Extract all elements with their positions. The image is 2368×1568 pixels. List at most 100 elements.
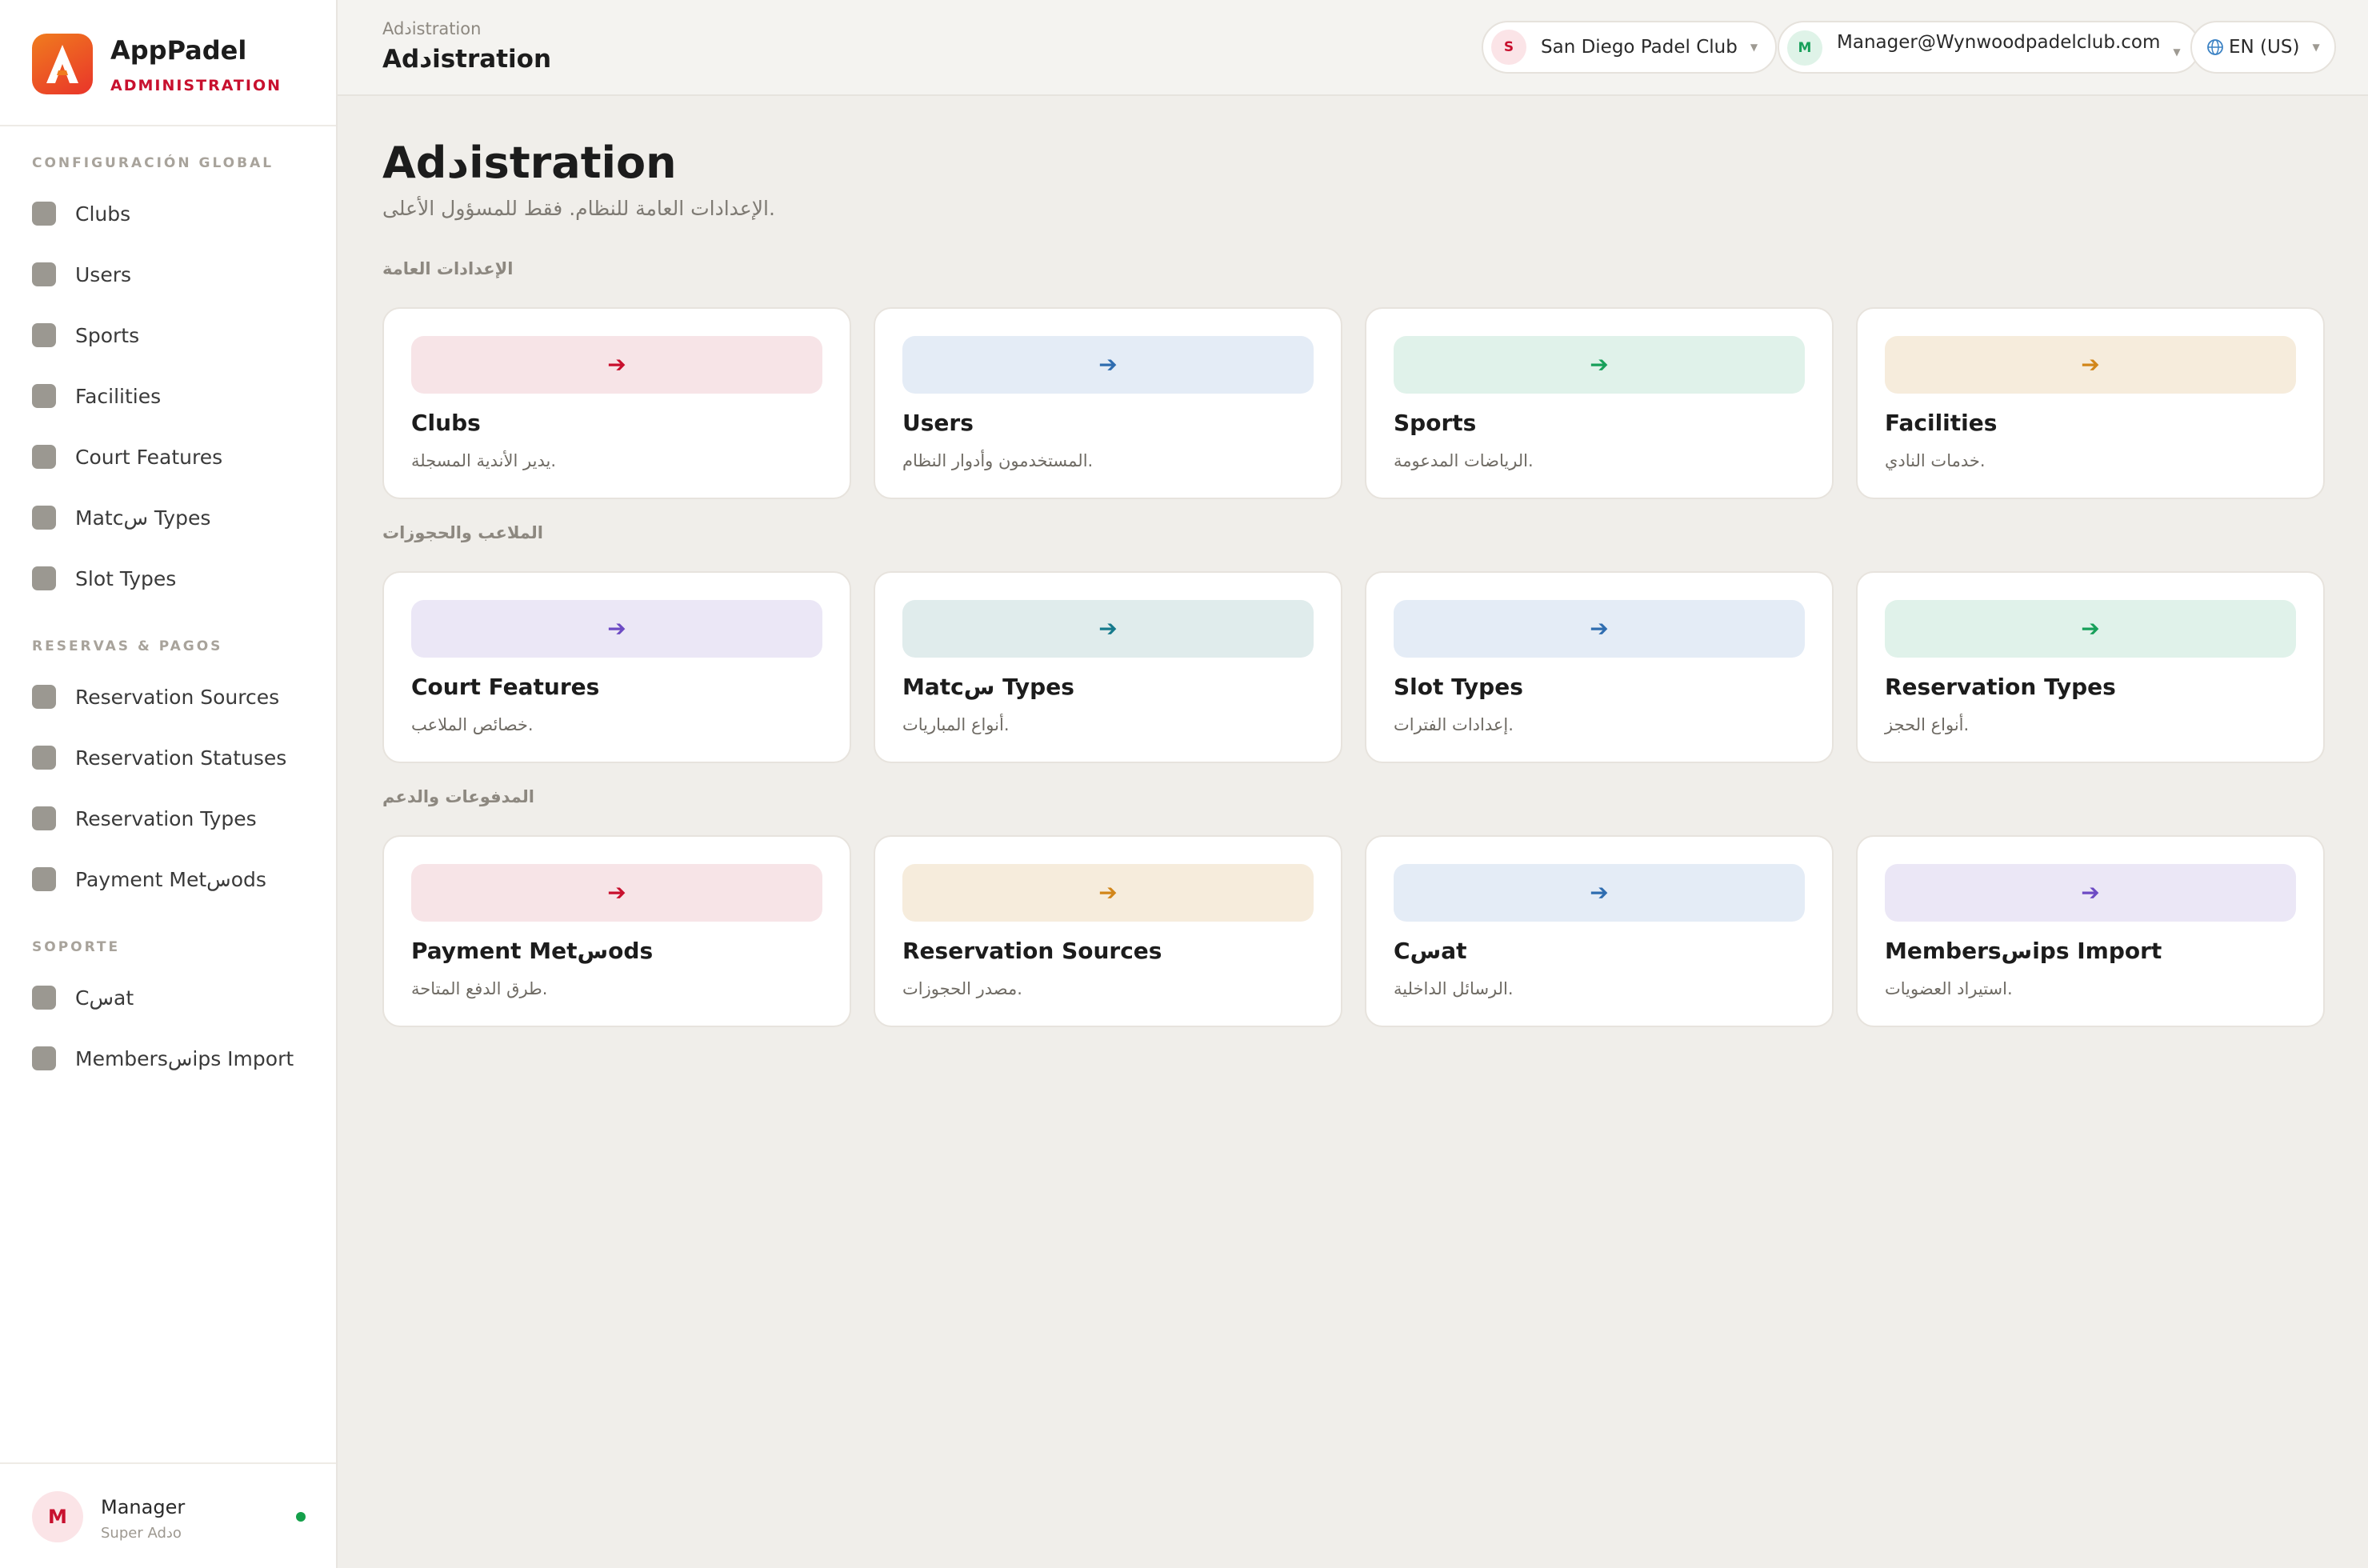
sidebar-item-payment-methods[interactable]: Payment Metسods xyxy=(32,858,320,901)
profile-role: Super Adدo xyxy=(101,1525,182,1542)
header-title: Adدistration xyxy=(382,45,552,74)
brand-name: AppPadel xyxy=(110,35,247,66)
card-reservation-types[interactable]: ➔ Reservation Types أنواع الحجز. xyxy=(1856,571,2325,763)
nav-section-global-config: CONFIGURACIÓN GLOBAL xyxy=(32,155,274,171)
user-avatar: M xyxy=(1787,30,1822,66)
arrow-right-icon: ➔ xyxy=(1098,615,1118,642)
card-reservation-sources[interactable]: ➔ Reservation Sources مصدر الحجوزات. xyxy=(874,835,1342,1027)
card-title: Reservation Types xyxy=(1885,674,2116,700)
user-menu[interactable]: M Manager@Wynwoodpadelclub.com ▼ xyxy=(1778,21,2200,74)
app-logo-icon[interactable] xyxy=(32,34,93,94)
sidebar-item-clubs[interactable]: Clubs xyxy=(32,192,320,235)
sidebar-item-reservation-types[interactable]: Reservation Types xyxy=(32,797,320,840)
card-chat[interactable]: ➔ Cسat الرسائل الداخلية. xyxy=(1365,835,1834,1027)
user-email: Manager@Wynwoodpadelclub.com xyxy=(1837,32,2161,53)
reservation-types-icon xyxy=(32,806,56,830)
sidebar-item-label: Court Features xyxy=(75,445,223,469)
language-label: EN (US) xyxy=(2229,37,2300,58)
card-title: Reservation Sources xyxy=(902,938,1162,964)
card-title: Clubs xyxy=(411,410,481,436)
card-banner: ➔ xyxy=(902,600,1314,658)
card-clubs[interactable]: ➔ Clubs يدير الأندية المسجلة. xyxy=(382,307,851,499)
sidebar-item-chat[interactable]: Cسat xyxy=(32,976,320,1019)
card-description: استيراد العضويات. xyxy=(1885,979,2013,998)
sidebar-item-reservation-sources[interactable]: Reservation Sources xyxy=(32,675,320,718)
brand: AppPadel ADMINISTRATION xyxy=(0,0,336,126)
card-banner: ➔ xyxy=(411,864,822,922)
sidebar-item-facilities[interactable]: Facilities xyxy=(32,374,320,418)
card-match-types[interactable]: ➔ Matcس Types أنواع المباريات. xyxy=(874,571,1342,763)
sidebar-item-label: Facilities xyxy=(75,384,162,408)
card-payment-methods[interactable]: ➔ Payment Metسods طرق الدفع المتاحة. xyxy=(382,835,851,1027)
memberships-import-icon xyxy=(32,1046,56,1070)
card-description: الرياضات المدعومة. xyxy=(1394,451,1534,470)
breadcrumb[interactable]: Adدistration xyxy=(382,19,481,38)
reservation-sources-icon xyxy=(32,685,56,709)
user-profile[interactable]: M Manager Super Adدo xyxy=(0,1462,336,1568)
sidebar-item-memberships-import[interactable]: Membersسips Import xyxy=(32,1037,320,1080)
card-banner: ➔ xyxy=(1885,336,2296,394)
card-title: Facilities xyxy=(1885,410,1998,436)
card-title: Court Features xyxy=(411,674,600,700)
group-title-payments-support: المدفوعات والدعم xyxy=(382,787,534,806)
sidebar-item-slot-types[interactable]: Slot Types xyxy=(32,557,320,600)
club-selector[interactable]: S San Diego Padel Club ▼ xyxy=(1482,21,1778,74)
sidebar-item-label: Clubs xyxy=(75,202,131,226)
card-title: Matcس Types xyxy=(902,674,1074,700)
online-status-icon xyxy=(296,1512,306,1522)
arrow-right-icon: ➔ xyxy=(1590,615,1609,642)
card-title: Sports xyxy=(1394,410,1477,436)
card-description: إعدادات الفترات. xyxy=(1394,715,1514,734)
sidebar-item-users[interactable]: Users xyxy=(32,253,320,296)
card-banner: ➔ xyxy=(1885,600,2296,658)
card-description: خدمات النادي. xyxy=(1885,451,1986,470)
club-name: San Diego Padel Club xyxy=(1541,37,1738,58)
card-banner: ➔ xyxy=(902,864,1314,922)
chat-icon xyxy=(32,986,56,1010)
sidebar-item-label: Users xyxy=(75,262,132,286)
sidebar-item-sports[interactable]: Sports xyxy=(32,314,320,357)
arrow-right-icon: ➔ xyxy=(1590,351,1609,378)
language-selector[interactable]: EN (US) ▼ xyxy=(2190,21,2336,74)
sidebar-item-reservation-statuses[interactable]: Reservation Statuses xyxy=(32,736,320,779)
card-slot-types[interactable]: ➔ Slot Types إعدادات الفترات. xyxy=(1365,571,1834,763)
sidebar-item-label: Reservation Statuses xyxy=(75,746,287,770)
globe-icon xyxy=(2206,38,2224,56)
sidebar-item-court-features[interactable]: Court Features xyxy=(32,435,320,478)
card-banner: ➔ xyxy=(1394,864,1805,922)
group-title-general-settings: الإعدادات العامة xyxy=(382,259,514,278)
page-description: الإعدادات العامة للنظام. فقط للمسؤول الأ… xyxy=(382,197,775,220)
arrow-right-icon: ➔ xyxy=(1590,879,1609,906)
card-description: مصدر الحجوزات. xyxy=(902,979,1022,998)
arrow-right-icon: ➔ xyxy=(2081,879,2100,906)
card-banner: ➔ xyxy=(1394,600,1805,658)
sidebar-item-label: Membersسips Import xyxy=(75,1046,294,1070)
card-description: يدير الأندية المسجلة. xyxy=(411,451,556,470)
card-facilities[interactable]: ➔ Facilities خدمات النادي. xyxy=(1856,307,2325,499)
arrow-right-icon: ➔ xyxy=(1098,351,1118,378)
card-banner: ➔ xyxy=(411,600,822,658)
card-banner: ➔ xyxy=(411,336,822,394)
card-court-features[interactable]: ➔ Court Features خصائص الملاعب. xyxy=(382,571,851,763)
arrow-right-icon: ➔ xyxy=(2081,351,2100,378)
card-users[interactable]: ➔ Users المستخدمون وأدوار النظام. xyxy=(874,307,1342,499)
sidebar-item-label: Sports xyxy=(75,323,140,347)
slot-types-icon xyxy=(32,566,56,590)
avatar: M xyxy=(32,1491,83,1542)
page-title: Adدistration xyxy=(382,138,677,188)
top-header: Adدistration Adدistration S San Diego Pa… xyxy=(338,0,2368,96)
payment-methods-icon xyxy=(32,867,56,891)
arrow-right-icon: ➔ xyxy=(607,351,626,378)
sidebar-item-label: Matcس Types xyxy=(75,506,211,530)
chevron-down-icon: ▼ xyxy=(1750,42,1758,53)
card-sports[interactable]: ➔ Sports الرياضات المدعومة. xyxy=(1365,307,1834,499)
sidebar: AppPadel ADMINISTRATION CONFIGURACIÓN GL… xyxy=(0,0,338,1568)
chevron-down-icon: ▼ xyxy=(2312,42,2320,53)
group-title-courts-reservations: الملاعب والحجوزات xyxy=(382,523,543,542)
card-memberships-import[interactable]: ➔ Membersسips Import استيراد العضويات. xyxy=(1856,835,2325,1027)
chevron-down-icon: ▼ xyxy=(2173,46,2181,58)
sidebar-item-match-types[interactable]: Matcس Types xyxy=(32,496,320,539)
card-description: طرق الدفع المتاحة. xyxy=(411,979,548,998)
sidebar-item-label: Payment Metسods xyxy=(75,867,266,891)
reservation-statuses-icon xyxy=(32,746,56,770)
